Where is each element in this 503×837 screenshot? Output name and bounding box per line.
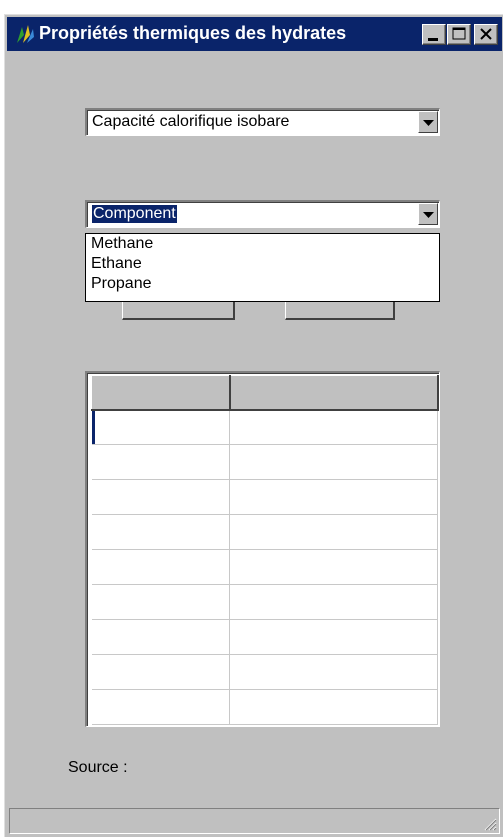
table-row xyxy=(91,409,438,445)
component-option-methane[interactable]: Methane xyxy=(86,234,439,254)
grid-header-cell[interactable] xyxy=(229,375,439,411)
grid-cell[interactable] xyxy=(229,584,438,620)
table-row xyxy=(91,654,438,690)
source-label: Source : xyxy=(68,759,128,776)
grid-cell[interactable] xyxy=(229,444,438,480)
grid-cell[interactable] xyxy=(91,584,230,620)
table-row xyxy=(91,479,438,515)
property-select[interactable]: Capacité calorifique isobare xyxy=(85,108,440,136)
grid-cell[interactable] xyxy=(91,619,230,655)
minimize-button[interactable] xyxy=(422,24,446,45)
resize-grip-icon[interactable] xyxy=(483,817,497,831)
close-window-button[interactable] xyxy=(474,24,498,45)
status-bar xyxy=(9,808,500,834)
close-icon xyxy=(480,28,492,40)
table-row xyxy=(91,619,438,655)
table-row xyxy=(91,584,438,620)
grid-cell[interactable] xyxy=(229,654,438,690)
results-table xyxy=(91,375,439,725)
component-option-ethane[interactable]: Ethane xyxy=(86,254,439,274)
table-row xyxy=(91,444,438,480)
maximize-icon xyxy=(452,27,466,40)
chevron-down-icon xyxy=(423,120,434,126)
minimize-icon xyxy=(428,38,438,41)
grid-cell[interactable] xyxy=(91,689,230,725)
chevron-down-icon xyxy=(423,212,434,218)
application-window: Propriétés thermiques des hydrates Capac… xyxy=(4,14,503,837)
grid-cell[interactable] xyxy=(229,514,438,550)
window-title: Propriétés thermiques des hydrates xyxy=(39,23,347,43)
grid-cell[interactable] xyxy=(229,409,438,445)
property-dropdown-button[interactable] xyxy=(418,111,438,133)
grid-cell[interactable] xyxy=(91,654,230,690)
grid-cell[interactable] xyxy=(91,549,230,585)
title-bar[interactable]: Propriétés thermiques des hydrates xyxy=(7,17,502,51)
grid-cell[interactable] xyxy=(91,514,230,550)
maximize-button[interactable] xyxy=(447,24,471,45)
app-icon xyxy=(14,23,36,45)
grid-header-row xyxy=(91,375,439,411)
property-select-value: Capacité calorifique isobare xyxy=(92,113,290,130)
grid-cell[interactable] xyxy=(91,409,230,445)
grid-cell[interactable] xyxy=(229,689,438,725)
grid-cell[interactable] xyxy=(91,479,230,515)
table-row xyxy=(91,514,438,550)
results-grid[interactable] xyxy=(85,371,440,727)
component-option-propane[interactable]: Propane xyxy=(86,274,439,294)
table-row xyxy=(91,689,438,725)
grid-cell[interactable] xyxy=(229,479,438,515)
component-dropdown-button[interactable] xyxy=(418,203,438,225)
grid-cell[interactable] xyxy=(229,549,438,585)
grid-cell[interactable] xyxy=(91,444,230,480)
component-select[interactable]: Component xyxy=(85,200,440,228)
table-row xyxy=(91,549,438,585)
grid-cell[interactable] xyxy=(229,619,438,655)
grid-header-cell[interactable] xyxy=(91,375,231,411)
component-dropdown-list[interactable]: Methane Ethane Propane xyxy=(85,233,440,302)
component-select-value: Component xyxy=(92,205,177,223)
